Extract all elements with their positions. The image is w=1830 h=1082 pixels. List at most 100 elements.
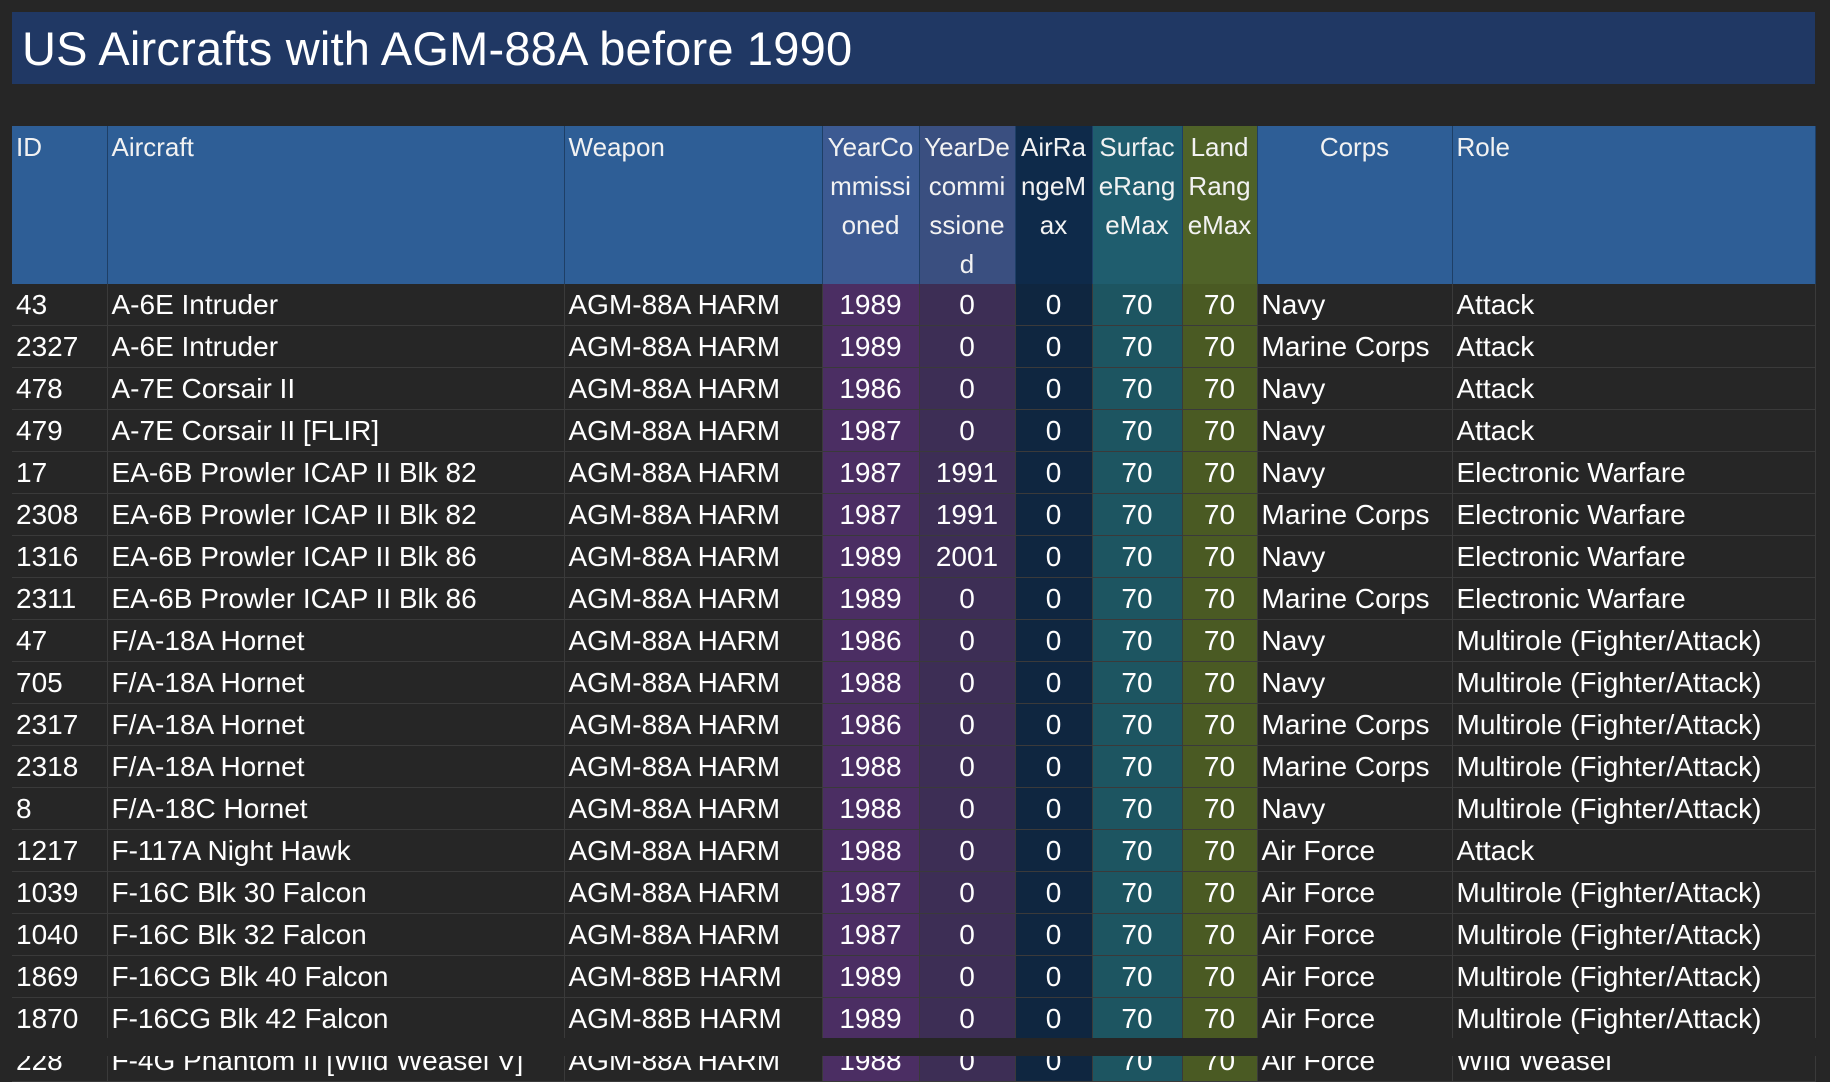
- cell-id[interactable]: 47: [12, 619, 108, 662]
- cell-id[interactable]: 705: [12, 661, 108, 704]
- cell-aircraft[interactable]: EA-6B Prowler ICAP II Blk 82: [107, 493, 565, 536]
- cell-year-decommissioned[interactable]: 1991: [919, 493, 1016, 536]
- cell-role[interactable]: Multirole (Fighter/Attack): [1452, 997, 1816, 1040]
- header-land-range-max[interactable]: LandRangeMax: [1182, 126, 1258, 284]
- cell-year-commissioned[interactable]: 1987: [822, 409, 920, 452]
- cell-aircraft[interactable]: F-16C Blk 32 Falcon: [107, 913, 565, 956]
- cell-air-range-max[interactable]: 0: [1015, 284, 1093, 326]
- cell-surface-range-max[interactable]: 70: [1092, 871, 1183, 914]
- cell-id[interactable]: 2327: [12, 325, 108, 368]
- cell-year-decommissioned[interactable]: 0: [919, 284, 1016, 326]
- cell-weapon[interactable]: AGM-88A HARM: [564, 661, 823, 704]
- cell-land-range-max[interactable]: 70: [1182, 787, 1258, 830]
- header-corps[interactable]: Corps: [1257, 126, 1453, 284]
- cell-aircraft[interactable]: A-7E Corsair II [FLIR]: [107, 409, 565, 452]
- cell-corps[interactable]: Navy: [1257, 619, 1453, 662]
- cell-surface-range-max[interactable]: 70: [1092, 409, 1183, 452]
- cell-year-commissioned[interactable]: 1987: [822, 913, 920, 956]
- cell-role[interactable]: Multirole (Fighter/Attack): [1452, 871, 1816, 914]
- cell-id[interactable]: 8: [12, 787, 108, 830]
- cell-surface-range-max[interactable]: 70: [1092, 325, 1183, 368]
- cell-corps[interactable]: Marine Corps: [1257, 493, 1453, 536]
- cell-year-decommissioned[interactable]: 0: [919, 787, 1016, 830]
- header-aircraft[interactable]: Aircraft: [107, 126, 565, 284]
- cell-role[interactable]: Electronic Warfare: [1452, 451, 1816, 494]
- cell-air-range-max[interactable]: 0: [1015, 703, 1093, 746]
- cell-role[interactable]: Attack: [1452, 325, 1816, 368]
- cell-id[interactable]: 1870: [12, 997, 108, 1040]
- header-role[interactable]: Role: [1452, 126, 1816, 284]
- cell-surface-range-max[interactable]: 70: [1092, 745, 1183, 788]
- cell-year-commissioned[interactable]: 1987: [822, 451, 920, 494]
- cell-corps[interactable]: Marine Corps: [1257, 325, 1453, 368]
- cell-year-decommissioned[interactable]: 0: [919, 745, 1016, 788]
- cell-land-range-max[interactable]: 70: [1182, 829, 1258, 872]
- cell-year-decommissioned[interactable]: 0: [919, 619, 1016, 662]
- cell-id[interactable]: 1869: [12, 955, 108, 998]
- cell-weapon[interactable]: AGM-88A HARM: [564, 325, 823, 368]
- cell-surface-range-max[interactable]: 70: [1092, 955, 1183, 998]
- cell-aircraft[interactable]: EA-6B Prowler ICAP II Blk 86: [107, 577, 565, 620]
- cell-year-decommissioned[interactable]: 0: [919, 325, 1016, 368]
- cell-weapon[interactable]: AGM-88A HARM: [564, 871, 823, 914]
- cell-land-range-max[interactable]: 70: [1182, 661, 1258, 704]
- cell-id[interactable]: 1217: [12, 829, 108, 872]
- cell-aircraft[interactable]: F/A-18A Hornet: [107, 661, 565, 704]
- cell-land-range-max[interactable]: 70: [1182, 955, 1258, 998]
- cell-year-commissioned[interactable]: 1986: [822, 619, 920, 662]
- cell-land-range-max[interactable]: 70: [1182, 284, 1258, 326]
- cell-land-range-max[interactable]: 70: [1182, 367, 1258, 410]
- cell-land-range-max[interactable]: 70: [1182, 493, 1258, 536]
- cell-air-range-max[interactable]: 0: [1015, 745, 1093, 788]
- cell-role[interactable]: Multirole (Fighter/Attack): [1452, 787, 1816, 830]
- cell-year-commissioned[interactable]: 1988: [822, 829, 920, 872]
- cell-weapon[interactable]: AGM-88A HARM: [564, 535, 823, 578]
- cell-year-decommissioned[interactable]: 0: [919, 997, 1016, 1040]
- cell-air-range-max[interactable]: 0: [1015, 955, 1093, 998]
- cell-aircraft[interactable]: F-16CG Blk 40 Falcon: [107, 955, 565, 998]
- cell-weapon[interactable]: AGM-88A HARM: [564, 451, 823, 494]
- cell-id[interactable]: 1316: [12, 535, 108, 578]
- cell-aircraft[interactable]: A-6E Intruder: [107, 284, 565, 326]
- cell-land-range-max[interactable]: 70: [1182, 703, 1258, 746]
- cell-air-range-max[interactable]: 0: [1015, 451, 1093, 494]
- cell-role[interactable]: Multirole (Fighter/Attack): [1452, 661, 1816, 704]
- cell-surface-range-max[interactable]: 70: [1092, 997, 1183, 1040]
- cell-weapon[interactable]: AGM-88A HARM: [564, 703, 823, 746]
- cell-air-range-max[interactable]: 0: [1015, 913, 1093, 956]
- cell-weapon[interactable]: AGM-88A HARM: [564, 409, 823, 452]
- empty-row[interactable]: [12, 84, 1815, 126]
- cell-year-commissioned[interactable]: 1987: [822, 871, 920, 914]
- cell-air-range-max[interactable]: 0: [1015, 619, 1093, 662]
- cell-id[interactable]: 479: [12, 409, 108, 452]
- cell-year-decommissioned[interactable]: 0: [919, 661, 1016, 704]
- cell-aircraft[interactable]: F/A-18C Hornet: [107, 787, 565, 830]
- cell-weapon[interactable]: AGM-88A HARM: [564, 787, 823, 830]
- header-air-range-max[interactable]: AirRangeMax: [1015, 126, 1093, 284]
- cell-aircraft[interactable]: F/A-18A Hornet: [107, 745, 565, 788]
- cell-surface-range-max[interactable]: 70: [1092, 535, 1183, 578]
- cell-year-decommissioned[interactable]: 0: [919, 409, 1016, 452]
- cell-weapon[interactable]: AGM-88A HARM: [564, 829, 823, 872]
- cell-land-range-max[interactable]: 70: [1182, 451, 1258, 494]
- cell-id[interactable]: 43: [12, 284, 108, 326]
- cell-air-range-max[interactable]: 0: [1015, 367, 1093, 410]
- cell-corps[interactable]: Marine Corps: [1257, 745, 1453, 788]
- cell-land-range-max[interactable]: 70: [1182, 871, 1258, 914]
- cell-year-commissioned[interactable]: 1988: [822, 787, 920, 830]
- cell-role[interactable]: Electronic Warfare: [1452, 577, 1816, 620]
- cell-air-range-max[interactable]: 0: [1015, 787, 1093, 830]
- cell-year-decommissioned[interactable]: 2001: [919, 535, 1016, 578]
- cell-air-range-max[interactable]: 0: [1015, 997, 1093, 1040]
- cell-land-range-max[interactable]: 70: [1182, 535, 1258, 578]
- cell-year-decommissioned[interactable]: 0: [919, 829, 1016, 872]
- cell-weapon[interactable]: AGM-88A HARM: [564, 367, 823, 410]
- cell-year-commissioned[interactable]: 1989: [822, 535, 920, 578]
- cell-role[interactable]: Multirole (Fighter/Attack): [1452, 913, 1816, 956]
- cell-air-range-max[interactable]: 0: [1015, 325, 1093, 368]
- cell-id[interactable]: 478: [12, 367, 108, 410]
- cell-weapon[interactable]: AGM-88B HARM: [564, 997, 823, 1040]
- cell-corps[interactable]: Navy: [1257, 535, 1453, 578]
- cell-surface-range-max[interactable]: 70: [1092, 703, 1183, 746]
- header-id[interactable]: ID: [12, 126, 108, 284]
